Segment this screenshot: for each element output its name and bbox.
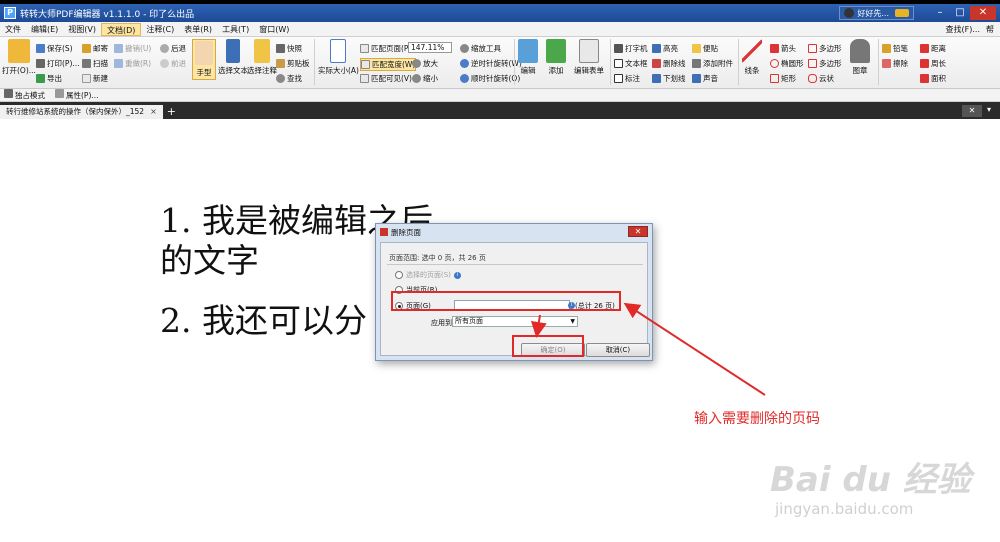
watermark-url: jingyan.baidu.com [775, 500, 914, 518]
watermark-logo: Bai du 经验 [770, 460, 971, 500]
annotation-caption: 输入需要删除的页码 [694, 411, 820, 427]
